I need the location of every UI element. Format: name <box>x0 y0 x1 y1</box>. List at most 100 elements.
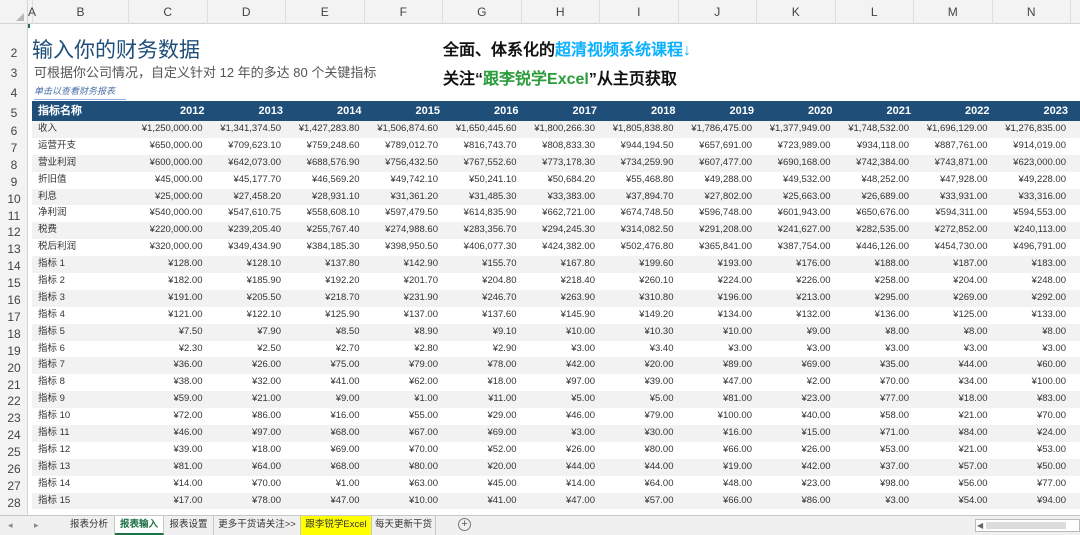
value-cell[interactable]: ¥657,691.00 <box>678 138 757 155</box>
value-cell[interactable]: ¥1,276,835.00 <box>992 121 1071 138</box>
value-cell[interactable]: ¥185.90 <box>207 273 286 290</box>
value-cell[interactable]: ¥34.00 <box>913 374 992 391</box>
value-cell[interactable]: ¥258.00 <box>835 273 914 290</box>
value-cell[interactable]: ¥23.00 <box>756 391 835 408</box>
value-cell[interactable]: ¥64.00 <box>207 459 286 476</box>
value-cell[interactable]: ¥142.90 <box>364 256 443 273</box>
row-header-18[interactable]: 18 <box>0 326 27 343</box>
value-cell[interactable]: ¥49,288.00 <box>678 172 757 189</box>
value-cell[interactable]: ¥75.00 <box>285 357 364 374</box>
value-cell[interactable]: ¥23.00 <box>756 476 835 493</box>
value-cell[interactable]: ¥218.70 <box>285 290 364 307</box>
value-cell[interactable]: ¥94.00 <box>992 493 1071 510</box>
value-cell[interactable]: ¥914,019.00 <box>992 138 1071 155</box>
row-header-19[interactable]: 19 <box>0 343 27 360</box>
row-header-21[interactable]: 21 <box>0 377 27 394</box>
row-header-26[interactable]: 26 <box>0 461 27 478</box>
value-cell[interactable]: ¥424,382.00 <box>521 239 600 256</box>
value-cell[interactable]: ¥3.40 <box>599 341 678 358</box>
value-cell[interactable]: ¥191.00 <box>128 290 207 307</box>
row-header-12[interactable]: 12 <box>0 224 27 241</box>
value-cell[interactable]: ¥3.00 <box>913 341 992 358</box>
value-cell[interactable]: ¥149.20 <box>599 307 678 324</box>
value-cell[interactable]: ¥48,252.00 <box>835 172 914 189</box>
value-cell[interactable]: ¥155.70 <box>442 256 521 273</box>
value-cell[interactable]: ¥33,931.00 <box>913 189 992 206</box>
value-cell[interactable]: ¥132.00 <box>756 307 835 324</box>
column-header-c[interactable]: C <box>129 0 208 24</box>
value-cell[interactable]: ¥10.00 <box>521 324 600 341</box>
value-cell[interactable]: ¥502,476.80 <box>599 239 678 256</box>
value-cell[interactable]: ¥31,485.30 <box>442 189 521 206</box>
value-cell[interactable]: ¥32.00 <box>207 374 286 391</box>
value-cell[interactable]: ¥3.00 <box>835 493 914 510</box>
select-all-corner[interactable] <box>0 0 28 24</box>
value-cell[interactable]: ¥68.00 <box>285 459 364 476</box>
value-cell[interactable]: ¥183.00 <box>992 256 1071 273</box>
value-cell[interactable]: ¥2.30 <box>128 341 207 358</box>
value-cell[interactable]: ¥454,730.00 <box>913 239 992 256</box>
value-cell[interactable]: ¥24.00 <box>992 425 1071 442</box>
value-cell[interactable]: ¥1,650,445.60 <box>442 121 521 138</box>
value-cell[interactable]: ¥8.00 <box>913 324 992 341</box>
value-cell[interactable]: ¥57.00 <box>599 493 678 510</box>
value-cell[interactable]: ¥614,835.90 <box>442 205 521 222</box>
value-cell[interactable]: ¥17.00 <box>128 493 207 510</box>
value-cell[interactable]: ¥50,684.20 <box>521 172 600 189</box>
value-cell[interactable]: ¥8.50 <box>285 324 364 341</box>
value-cell[interactable]: ¥220,000.00 <box>128 222 207 239</box>
value-cell[interactable]: ¥49,228.00 <box>992 172 1071 189</box>
value-cell[interactable]: ¥239,205.40 <box>207 222 286 239</box>
value-cell[interactable]: ¥79.00 <box>364 357 443 374</box>
row-header-6[interactable]: 6 <box>0 123 27 140</box>
row-header-16[interactable]: 16 <box>0 292 27 309</box>
value-cell[interactable]: ¥70.00 <box>835 374 914 391</box>
row-header-2[interactable]: 2 <box>0 43 27 63</box>
value-cell[interactable]: ¥3.00 <box>756 341 835 358</box>
value-cell[interactable]: ¥45,177.70 <box>207 172 286 189</box>
value-cell[interactable]: ¥81.00 <box>128 459 207 476</box>
row-header-15[interactable]: 15 <box>0 275 27 292</box>
value-cell[interactable]: ¥100.00 <box>678 408 757 425</box>
value-cell[interactable]: ¥690,168.00 <box>756 155 835 172</box>
value-cell[interactable]: ¥205.50 <box>207 290 286 307</box>
value-cell[interactable]: ¥887,761.00 <box>913 138 992 155</box>
value-cell[interactable]: ¥25,000.00 <box>128 189 207 206</box>
value-cell[interactable]: ¥558,608.10 <box>285 205 364 222</box>
row-header-4[interactable]: 4 <box>0 83 27 103</box>
sheet-tab-6[interactable]: 每天更新干货 <box>372 516 436 535</box>
value-cell[interactable]: ¥496,791.00 <box>992 239 1071 256</box>
value-cell[interactable]: ¥231.90 <box>364 290 443 307</box>
prev-sheet-arrow-icon[interactable]: ◂ <box>8 520 13 531</box>
value-cell[interactable]: ¥70.00 <box>207 476 286 493</box>
value-cell[interactable]: ¥64.00 <box>599 476 678 493</box>
value-cell[interactable]: ¥10.30 <box>599 324 678 341</box>
value-cell[interactable]: ¥26.00 <box>756 442 835 459</box>
column-header-i[interactable]: I <box>600 0 679 24</box>
value-cell[interactable]: ¥46.00 <box>128 425 207 442</box>
row-header-28[interactable]: 28 <box>0 495 27 512</box>
value-cell[interactable]: ¥26,689.00 <box>835 189 914 206</box>
value-cell[interactable]: ¥125.90 <box>285 307 364 324</box>
value-cell[interactable]: ¥734,259.90 <box>599 155 678 172</box>
value-cell[interactable]: ¥27,802.00 <box>678 189 757 206</box>
row-label-cell[interactable]: 指标 6 <box>32 341 128 358</box>
value-cell[interactable]: ¥773,178.30 <box>521 155 600 172</box>
value-cell[interactable]: ¥294,245.30 <box>521 222 600 239</box>
value-cell[interactable]: ¥349,434.90 <box>207 239 286 256</box>
value-cell[interactable]: ¥291,208.00 <box>678 222 757 239</box>
value-cell[interactable]: ¥47.00 <box>285 493 364 510</box>
value-cell[interactable]: ¥49,742.10 <box>364 172 443 189</box>
value-cell[interactable]: ¥125.00 <box>913 307 992 324</box>
value-cell[interactable]: ¥398,950.50 <box>364 239 443 256</box>
value-cell[interactable]: ¥14.00 <box>128 476 207 493</box>
value-cell[interactable]: ¥44.00 <box>913 357 992 374</box>
row-label-cell[interactable]: 收入 <box>32 121 128 138</box>
row-header-20[interactable]: 20 <box>0 360 27 377</box>
value-cell[interactable]: ¥295.00 <box>835 290 914 307</box>
value-cell[interactable]: ¥2.90 <box>442 341 521 358</box>
add-sheet-icon[interactable]: + <box>458 518 471 531</box>
row-label-cell[interactable]: 指标 4 <box>32 307 128 324</box>
value-cell[interactable]: ¥808,833.30 <box>521 138 600 155</box>
value-cell[interactable]: ¥246.70 <box>442 290 521 307</box>
